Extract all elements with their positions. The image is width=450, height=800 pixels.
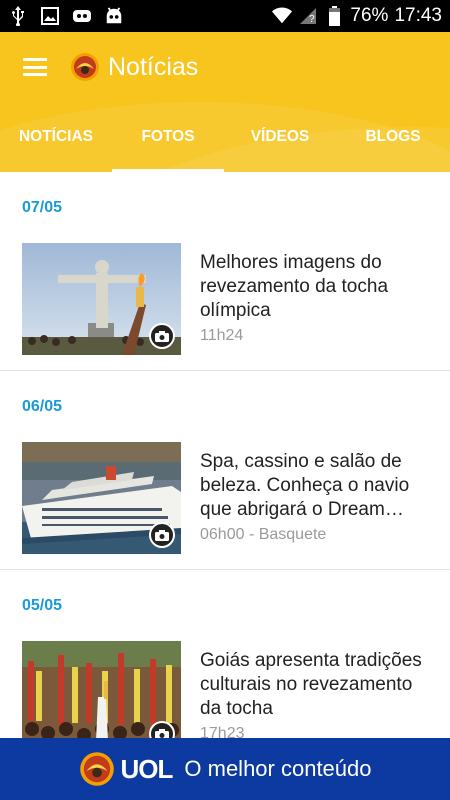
section-date: 06/05: [22, 398, 63, 415]
camera-icon: [149, 323, 175, 349]
tab-videos[interactable]: VÍDEOS: [224, 102, 336, 172]
app-bar: Notícias NOTÍCIAS FOTOS VÍDEOS BLOGS: [0, 32, 450, 172]
clock: 17:43: [394, 5, 442, 26]
cyanogenmod-icon: [72, 6, 92, 26]
wifi-icon: [272, 6, 293, 26]
thumbnail-cruise-ship[interactable]: [22, 442, 181, 554]
item-text: Goiás apresenta tradições culturais no r…: [200, 641, 428, 738]
battery-icon: [324, 6, 344, 26]
feed-section: 07/05 Melhores imagens do revezamento da…: [0, 172, 450, 371]
usb-icon: [8, 6, 28, 26]
tab-blogs[interactable]: BLOGS: [336, 102, 450, 172]
tab-noticias[interactable]: NOTÍCIAS: [0, 102, 112, 172]
uol-footer-banner[interactable]: UOL O melhor conteúdo: [0, 738, 450, 800]
status-bar-notifications: [8, 6, 124, 26]
status-bar: ? 76% 17:43: [0, 0, 450, 32]
tab-bar: NOTÍCIAS FOTOS VÍDEOS BLOGS: [0, 102, 450, 172]
item-meta: 06h00 - Basquete: [200, 526, 327, 543]
item-text: Melhores imagens do revezamento da tocha…: [200, 243, 428, 370]
item-text: Spa, cassino e salão de beleza. Conheça …: [200, 442, 428, 569]
android-icon: [104, 6, 124, 26]
uol-logo-icon: [79, 752, 114, 786]
camera-icon: [149, 522, 175, 548]
toolbar: Notícias: [0, 32, 450, 102]
section-date: 07/05: [22, 199, 63, 216]
item-meta: 11h24: [200, 327, 244, 344]
battery-percentage: 76%: [350, 5, 389, 26]
list-item[interactable]: Goiás apresenta tradições culturais no r…: [0, 641, 450, 738]
item-title[interactable]: Melhores imagens do revezamento da tocha…: [200, 251, 428, 323]
list-item[interactable]: Spa, cassino e salão de beleza. Conheça …: [0, 442, 450, 569]
page-title: Notícias: [108, 52, 199, 81]
uol-logo-icon: [71, 53, 99, 81]
status-bar-system: ? 76% 17:43: [272, 5, 442, 27]
item-meta: 17h23: [200, 725, 245, 738]
menu-icon: [23, 58, 47, 76]
svg-text:?: ?: [309, 14, 315, 25]
section-date: 05/05: [22, 597, 63, 614]
photo-feed[interactable]: 07/05 Melhores imagens do revezamento da…: [0, 172, 450, 738]
feed-section: 05/05 Goiás apresenta tradições culturai…: [0, 570, 450, 738]
item-title[interactable]: Spa, cassino e salão de beleza. Conheça …: [200, 450, 428, 522]
feed-section: 06/05 Spa, cassino e salão de beleza. Co…: [0, 371, 450, 570]
menu-button[interactable]: [0, 32, 70, 102]
thumbnail-christ-redeemer[interactable]: [22, 243, 181, 355]
footer-slogan: O melhor conteúdo: [184, 756, 372, 781]
item-title[interactable]: Goiás apresenta tradições culturais no r…: [200, 649, 428, 721]
tab-fotos[interactable]: FOTOS: [112, 102, 224, 172]
signal-icon: ?: [298, 6, 318, 26]
list-item[interactable]: Melhores imagens do revezamento da tocha…: [0, 243, 450, 370]
image-icon: [40, 6, 60, 26]
footer-brand: UOL: [120, 753, 174, 784]
thumbnail-goias-culture[interactable]: [22, 641, 181, 738]
